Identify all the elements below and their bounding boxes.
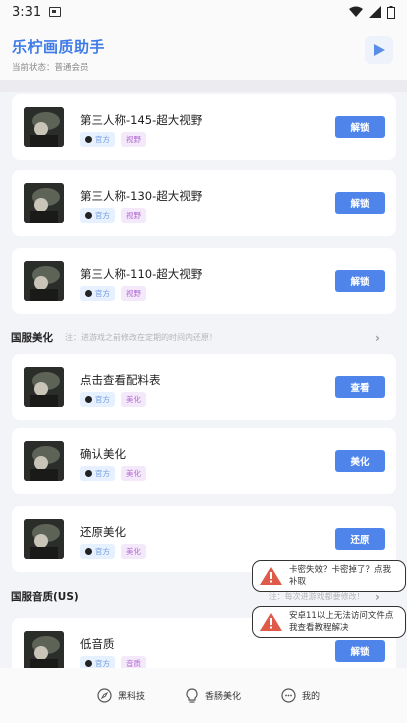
card-title: 低音质 bbox=[80, 637, 115, 651]
card-title: 确认美化 bbox=[80, 447, 126, 461]
play-icon bbox=[374, 44, 385, 56]
card-tags: 官方 视野 bbox=[80, 286, 146, 301]
toast-card-key[interactable]: 卡密失效？卡密掉了？点我补取 bbox=[252, 560, 406, 592]
sim-icon bbox=[49, 7, 62, 17]
view-button[interactable]: 查看 bbox=[335, 376, 385, 398]
unlock-button[interactable]: 解锁 bbox=[335, 192, 385, 214]
tag-category: 美化 bbox=[121, 392, 146, 407]
config-card: 确认美化 官方 美化 美化 bbox=[12, 428, 396, 494]
tag-category: 美化 bbox=[121, 466, 146, 481]
card-thumbnail bbox=[24, 183, 64, 223]
nav-label: 香肠美化 bbox=[204, 692, 241, 702]
status-icons bbox=[349, 5, 395, 19]
card-tags: 官方 视野 bbox=[80, 208, 146, 223]
restore-button[interactable]: 还原 bbox=[335, 528, 385, 550]
card-thumbnail bbox=[24, 367, 64, 407]
logo-icon bbox=[85, 212, 92, 219]
unlock-button[interactable]: 解锁 bbox=[335, 116, 385, 138]
section-note: 注：每次进游戏都要修改！ bbox=[268, 592, 365, 601]
nav-item-black-tech[interactable]: 黑科技 bbox=[97, 688, 145, 703]
tag-category: 视野 bbox=[121, 132, 146, 147]
compass-icon bbox=[97, 688, 112, 703]
tag-official: 官方 bbox=[80, 656, 115, 668]
logo-icon bbox=[85, 396, 92, 403]
card-title: 还原美化 bbox=[80, 525, 126, 539]
tag-category: 美化 bbox=[121, 544, 146, 559]
app-header: 乐柠画质助手 当前状态：普通会员 bbox=[0, 24, 407, 80]
nav-label: 黑科技 bbox=[117, 692, 145, 702]
logo-icon bbox=[85, 136, 92, 143]
card-tags: 官方 美化 bbox=[80, 466, 146, 481]
section-header-beautify: 国服美化 注：进游戏之前修改在定期的时间内还原！ › bbox=[11, 330, 396, 345]
nav-label: 我的 bbox=[302, 692, 321, 702]
warning-icon bbox=[260, 613, 282, 631]
tag-official: 官方 bbox=[80, 132, 115, 147]
config-card: 点击查看配料表 官方 美化 查看 bbox=[12, 354, 396, 420]
warning-icon bbox=[260, 567, 282, 585]
card-title: 点击查看配料表 bbox=[80, 373, 161, 387]
card-title: 第三人称-130-超大视野 bbox=[80, 189, 203, 203]
status-value: 普通会员 bbox=[54, 63, 89, 73]
section-title: 国服音质(US) bbox=[11, 591, 79, 603]
logo-icon bbox=[85, 660, 92, 667]
status-label: 当前状态： bbox=[12, 63, 55, 73]
card-thumbnail bbox=[24, 631, 64, 668]
status-bar: 3:31 bbox=[0, 0, 407, 24]
beautify-button[interactable]: 美化 bbox=[335, 450, 385, 472]
card-title: 第三人称-145-超大视野 bbox=[80, 113, 203, 127]
bulb-icon bbox=[186, 687, 198, 703]
toast-android11[interactable]: 安卓11以上无法访问文件点我查看教程解决 bbox=[252, 606, 406, 638]
logo-icon bbox=[85, 290, 92, 297]
card-tags: 官方 音质 bbox=[80, 656, 146, 668]
tag-official: 官方 bbox=[80, 392, 115, 407]
toast-text: 卡密失效？卡密掉了？点我补取 bbox=[289, 565, 392, 587]
card-tags: 官方 美化 bbox=[80, 544, 146, 559]
play-button[interactable] bbox=[365, 36, 393, 64]
toast-text: 安卓11以上无法访问文件点我查看教程解决 bbox=[289, 611, 394, 633]
logo-icon bbox=[85, 470, 92, 477]
unlock-button[interactable]: 解锁 bbox=[335, 640, 385, 662]
tag-category: 音质 bbox=[121, 656, 146, 668]
section-note: 注：进游戏之前修改在定期的时间内还原！ bbox=[65, 333, 217, 342]
battery-icon bbox=[387, 5, 395, 19]
status-time: 3:31 bbox=[12, 4, 42, 20]
config-card: 第三人称-130-超大视野 官方 视野 解锁 bbox=[12, 170, 396, 236]
tag-official: 官方 bbox=[80, 286, 115, 301]
chevron-right-icon[interactable]: › bbox=[375, 331, 380, 345]
card-thumbnail bbox=[24, 261, 64, 301]
logo-icon bbox=[85, 548, 92, 555]
card-thumbnail bbox=[24, 441, 64, 481]
tag-category: 视野 bbox=[121, 286, 146, 301]
config-card: 第三人称-110-超大视野 官方 视野 解锁 bbox=[12, 248, 396, 314]
app-title: 乐柠画质助手 bbox=[12, 38, 106, 56]
card-tags: 官方 美化 bbox=[80, 392, 146, 407]
tag-official: 官方 bbox=[80, 544, 115, 559]
nav-item-sausage-beautify[interactable]: 香肠美化 bbox=[185, 687, 241, 704]
tag-official: 官方 bbox=[80, 208, 115, 223]
card-thumbnail bbox=[24, 519, 64, 559]
config-card: 第三人称-145-超大视野 官方 视野 解锁 bbox=[12, 94, 396, 160]
tag-official: 官方 bbox=[80, 466, 115, 481]
card-tags: 官方 视野 bbox=[80, 132, 146, 147]
card-thumbnail bbox=[24, 107, 64, 147]
user-icon bbox=[281, 688, 296, 703]
unlock-button[interactable]: 解锁 bbox=[335, 270, 385, 292]
card-title: 第三人称-110-超大视野 bbox=[80, 267, 203, 281]
header-divider bbox=[0, 80, 407, 92]
nav-item-mine[interactable]: 我的 bbox=[281, 688, 320, 703]
tag-category: 视野 bbox=[121, 208, 146, 223]
section-title: 国服美化 bbox=[11, 332, 53, 344]
membership-status: 当前状态：普通会员 bbox=[12, 61, 395, 73]
bottom-nav: 黑科技 香肠美化 我的 bbox=[0, 668, 407, 723]
signal-icon bbox=[369, 6, 381, 18]
wifi-icon bbox=[349, 6, 363, 17]
